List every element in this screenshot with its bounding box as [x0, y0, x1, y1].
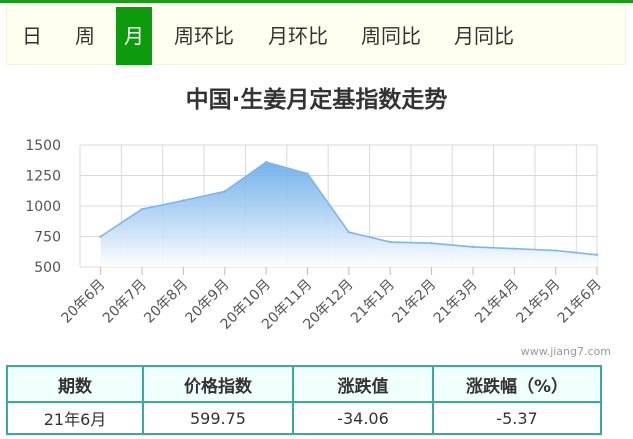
data-point: [99, 235, 102, 238]
x-tick-label: 20年8月: [141, 277, 191, 327]
data-point: [595, 253, 599, 256]
tab-month[interactable]: 月: [116, 7, 152, 65]
x-tick-label: 21年5月: [513, 277, 563, 327]
data-point: [389, 240, 392, 244]
tab-week[interactable]: 周: [61, 7, 109, 65]
x-axis-ticks: 20年6月20年7月20年8月20年9月20年10月20年11月20年12月21…: [58, 267, 605, 333]
data-point: [554, 249, 557, 252]
data-point: [182, 199, 185, 202]
cell-change-value: -34.06: [292, 401, 434, 435]
chart-title: 中国·生姜月定基指数走势: [185, 87, 448, 113]
period-tabbar: 日 周 月 周环比 月环比 周同比 月同比: [6, 3, 626, 65]
x-tick-label: 21年3月: [431, 277, 481, 327]
data-point: [306, 172, 309, 175]
table-header-row: 期数 价格指数 涨跌值 涨跌幅（%）: [6, 365, 602, 403]
header-price-index: 价格指数: [142, 365, 294, 403]
tab-week-year-on-year[interactable]: 周同比: [351, 7, 431, 65]
site-watermark: www.jiang7.com: [520, 345, 611, 358]
table-row: 21年6月 599.75 -34.06 -5.37: [6, 401, 602, 435]
cell-price-index: 599.75: [142, 401, 294, 435]
y-axis-ticks: 500 750 1000 1250 1500: [25, 138, 61, 276]
cell-period: 21年6月: [6, 401, 144, 435]
x-tick-label: 21年6月: [555, 277, 605, 327]
header-period: 期数: [6, 365, 144, 403]
x-tick-label: 21年1月: [348, 277, 398, 327]
x-tick-label: 20年7月: [100, 277, 150, 327]
y-tick-label: 1500: [25, 138, 61, 154]
index-trend-chart: 500 750 1000 1250 1500 20年6月20年7月20年8月20年9月2…: [25, 138, 605, 333]
x-tick-label: 21年4月: [472, 277, 522, 327]
y-tick-label: 750: [34, 230, 61, 246]
data-point: [223, 190, 226, 193]
x-tick-label: 21年2月: [389, 277, 439, 327]
data-point: [264, 160, 268, 164]
data-point: [140, 207, 144, 211]
y-tick-label: 1250: [25, 169, 61, 185]
cell-change-percent: -5.37: [432, 401, 602, 435]
header-change-percent: 涨跌幅（%）: [432, 365, 602, 403]
tab-month-on-month[interactable]: 月环比: [258, 7, 338, 65]
tab-week-on-week[interactable]: 周环比: [164, 7, 244, 65]
data-point: [347, 231, 351, 234]
tab-day[interactable]: 日: [11, 7, 53, 65]
data-point: [513, 247, 516, 250]
y-tick-label: 500: [34, 260, 61, 276]
series-area-fill: [100, 162, 597, 267]
header-change-value: 涨跌值: [292, 365, 434, 403]
x-tick-label: 20年6月: [58, 277, 108, 327]
tab-month-year-on-year[interactable]: 月同比: [444, 7, 524, 65]
index-summary-table: 期数 价格指数 涨跌值 涨跌幅（%） 21年6月 599.75 -34.06 -…: [6, 365, 602, 435]
y-tick-label: 1000: [25, 199, 61, 215]
area-series: [99, 160, 599, 267]
data-point: [430, 242, 433, 245]
data-point: [471, 245, 475, 249]
